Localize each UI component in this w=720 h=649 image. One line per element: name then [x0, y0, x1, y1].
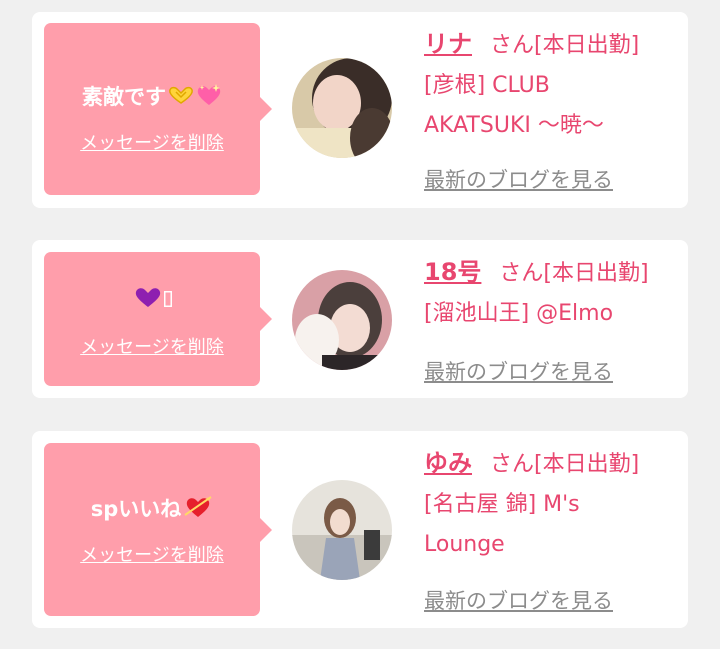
message-card: 素敵です メッセージを削除 リナ さん[本日出勤] [彦根] CLUB AKATS… — [32, 12, 688, 208]
message-bubble: spいいね メッセージを削除 — [44, 443, 272, 616]
sparkling-heart-icon — [196, 83, 222, 113]
cast-status: さん[本日出勤] — [499, 261, 649, 286]
cast-info: リナ さん[本日出勤] [彦根] CLUB AKATSUKI ～暁～ — [424, 24, 674, 146]
latest-blog-link[interactable]: 最新のブログを見る — [424, 356, 613, 386]
location-line-1: [溜池山王] @Elmo — [424, 301, 614, 326]
message-text-wrap: 素敵です — [44, 83, 260, 113]
message-bubble: メッセージを削除 — [44, 252, 272, 386]
name-line: ゆみ さん[本日出勤] — [424, 443, 674, 485]
purple-heart-icon — [134, 285, 162, 315]
missing-glyph-icon — [164, 287, 172, 313]
avatar[interactable] — [292, 58, 392, 158]
heart-hands-icon — [168, 85, 194, 111]
cast-name-link[interactable]: リナ — [424, 30, 472, 58]
message-card: spいいね メッセージを削除 ゆみ さん[本日出勤] [名古屋 錦] M's Lo… — [32, 431, 688, 628]
avatar[interactable] — [292, 480, 392, 580]
delete-message-link[interactable]: メッセージを削除 — [44, 545, 260, 567]
message-bubble: 素敵です メッセージを削除 — [44, 23, 272, 195]
location-line-2: AKATSUKI ～暁～ — [424, 113, 604, 138]
delete-message-link[interactable]: メッセージを削除 — [44, 133, 260, 155]
heart-with-arrow-icon — [183, 495, 213, 525]
name-line: リナ さん[本日出勤] — [424, 24, 674, 66]
cast-name-link[interactable]: ゆみ — [424, 449, 472, 477]
message-text-wrap — [44, 285, 260, 315]
cast-status: さん[本日出勤] — [490, 33, 640, 58]
cast-info: ゆみ さん[本日出勤] [名古屋 錦] M's Lounge — [424, 443, 674, 565]
latest-blog-link[interactable]: 最新のブログを見る — [424, 585, 613, 615]
location-line-2: Lounge — [424, 532, 505, 557]
location-line-1: [彦根] CLUB — [424, 73, 550, 98]
message-text: 素敵です — [82, 85, 166, 109]
name-line: 18号 さん[本日出勤] — [424, 252, 674, 294]
avatar[interactable] — [292, 270, 392, 370]
delete-message-link[interactable]: メッセージを削除 — [44, 337, 260, 359]
message-card: メッセージを削除 18号 さん[本日出勤] [溜池山王] @Elmo 最新のブログ… — [32, 240, 688, 398]
cast-status: さん[本日出勤] — [490, 452, 640, 477]
latest-blog-link[interactable]: 最新のブログを見る — [424, 164, 613, 194]
message-text: spいいね — [90, 497, 182, 521]
cast-name-link[interactable]: 18号 — [424, 258, 481, 286]
message-text-wrap: spいいね — [44, 495, 260, 525]
cast-info: 18号 さん[本日出勤] [溜池山王] @Elmo — [424, 252, 674, 334]
location-line-1: [名古屋 錦] M's — [424, 492, 580, 517]
